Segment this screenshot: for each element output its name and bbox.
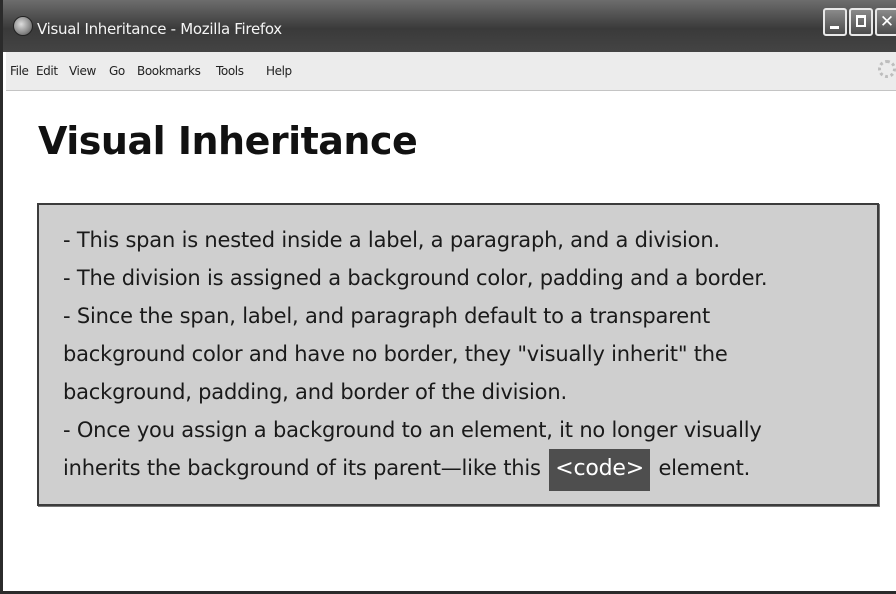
text-line-4: background color and have no border, the… <box>63 342 728 366</box>
menu-view[interactable]: View <box>69 64 96 78</box>
text-line-7-before: inherits the background of its parent—li… <box>63 456 541 480</box>
text-line-2: - The division is assigned a background … <box>63 266 768 290</box>
window-title: Visual Inheritance - Mozilla Firefox <box>37 20 282 38</box>
minimize-button[interactable] <box>823 8 847 36</box>
text-line-7: inherits the background of its parent—li… <box>63 449 863 491</box>
menu-bar: File Edit View Go Bookmarks Tools Help <box>6 52 896 91</box>
text-line-5: background, padding, and border of the d… <box>63 380 567 404</box>
page-content: Visual Inheritance - This span is nested… <box>6 91 896 591</box>
text-line-3: - Since the span, label, and paragraph d… <box>63 304 711 328</box>
menu-bookmarks[interactable]: Bookmarks <box>137 64 201 78</box>
browser-window: Visual Inheritance - Mozilla Firefox ✕ F… <box>0 0 896 594</box>
maximize-button[interactable] <box>849 8 873 36</box>
firefox-icon[interactable] <box>13 16 33 36</box>
text-line-1: - This span is nested inside a label, a … <box>63 228 720 252</box>
menu-go[interactable]: Go <box>109 64 125 78</box>
text-line-6: - Once you assign a background to an ele… <box>63 418 762 442</box>
menu-tools[interactable]: Tools <box>216 64 244 78</box>
text-line-7-after: element. <box>658 456 751 480</box>
page-title: Visual Inheritance <box>38 119 418 163</box>
throbber-icon <box>878 60 896 78</box>
code-element: <code> <box>549 449 650 491</box>
close-icon: ✕ <box>879 12 895 32</box>
title-bar[interactable]: Visual Inheritance - Mozilla Firefox ✕ <box>3 0 896 52</box>
division-box: - This span is nested inside a label, a … <box>37 203 879 506</box>
paragraph: - This span is nested inside a label, a … <box>63 221 863 491</box>
menu-file[interactable]: File <box>10 64 29 78</box>
menu-help[interactable]: Help <box>266 64 292 78</box>
menu-edit[interactable]: Edit <box>36 64 58 78</box>
close-button[interactable]: ✕ <box>875 8 896 36</box>
